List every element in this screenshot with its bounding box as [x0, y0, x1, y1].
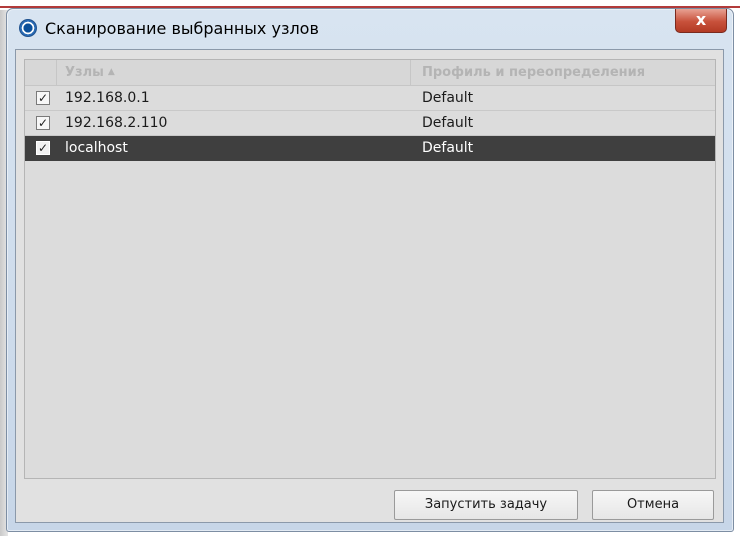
header-profile[interactable]: Профиль и переопределения	[422, 60, 702, 85]
table-row[interactable]: ✓ 192.168.2.110 Default	[25, 111, 715, 136]
top-border	[0, 0, 740, 8]
run-task-button[interactable]: Запустить задачу	[394, 490, 578, 520]
close-button[interactable]: x	[675, 9, 727, 33]
header-nodes-label: Узлы	[65, 65, 104, 80]
row-checkbox[interactable]: ✓	[36, 91, 50, 105]
node-cell: 192.168.2.110	[65, 115, 168, 131]
titlebar[interactable]: Сканирование выбранных узлов x	[7, 9, 733, 49]
dialog-body: Узлы ▲ Профиль и переопределения ✓ 192.16…	[15, 49, 724, 523]
nodes-grid: Узлы ▲ Профиль и переопределения ✓ 192.16…	[24, 59, 716, 479]
header-profile-label: Профиль и переопределения	[422, 65, 646, 80]
header-nodes[interactable]: Узлы ▲	[65, 60, 411, 85]
app-icon	[19, 19, 37, 37]
cancel-button[interactable]: Отмена	[592, 490, 714, 520]
row-checkbox[interactable]: ✓	[36, 141, 50, 155]
profile-cell: Default	[422, 90, 474, 106]
table-row[interactable]: ✓ 192.168.0.1 Default	[25, 86, 715, 111]
window-title: Сканирование выбранных узлов	[45, 19, 319, 38]
checkmark-icon: ✓	[37, 116, 49, 130]
scan-dialog: Сканирование выбранных узлов x Узлы ▲ Про…	[6, 8, 734, 532]
profile-cell: Default	[422, 140, 474, 156]
node-cell: 192.168.0.1	[65, 90, 150, 106]
grid-header: Узлы ▲ Профиль и переопределения	[25, 60, 715, 86]
node-cell: localhost	[65, 140, 128, 156]
row-checkbox[interactable]: ✓	[36, 116, 50, 130]
sort-ascending-icon: ▲	[107, 67, 115, 77]
checkmark-icon: ✓	[37, 141, 49, 155]
close-icon: x	[695, 10, 707, 29]
table-row-selected[interactable]: ✓ localhost Default	[25, 136, 715, 161]
profile-cell: Default	[422, 115, 474, 131]
checkmark-icon: ✓	[37, 91, 49, 105]
header-check-column[interactable]	[25, 60, 57, 85]
